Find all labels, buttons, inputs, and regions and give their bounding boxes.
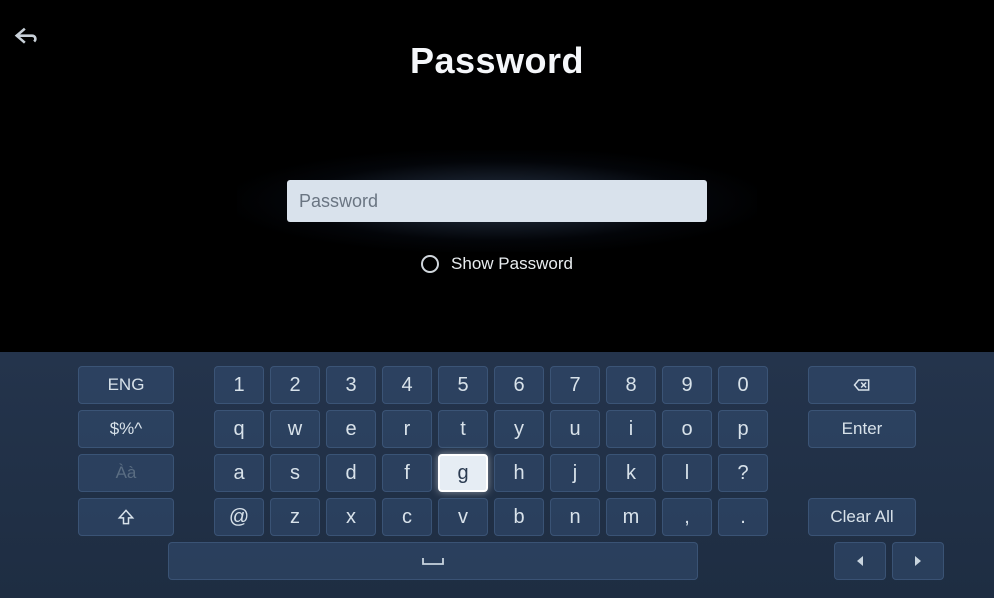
key-o[interactable]: o (662, 410, 712, 448)
backspace-icon (852, 375, 872, 395)
arrow-left-icon (853, 554, 867, 568)
key-arrow-left[interactable] (834, 542, 886, 580)
key-r[interactable]: r (382, 410, 432, 448)
back-button[interactable] (12, 24, 40, 52)
key-lang-eng[interactable]: ENG (78, 366, 174, 404)
key-comma[interactable]: , (662, 498, 712, 536)
page-title: Password (0, 0, 994, 82)
key-2[interactable]: 2 (270, 366, 320, 404)
space-icon (419, 554, 447, 568)
key-arrow-right[interactable] (892, 542, 944, 580)
key-7[interactable]: 7 (550, 366, 600, 404)
key-enter[interactable]: Enter (808, 410, 916, 448)
key-q[interactable]: q (214, 410, 264, 448)
key-shift[interactable] (78, 498, 174, 536)
key-p[interactable]: p (718, 410, 768, 448)
key-u[interactable]: u (550, 410, 600, 448)
key-c[interactable]: c (382, 498, 432, 536)
key-n[interactable]: n (550, 498, 600, 536)
key-h[interactable]: h (494, 454, 544, 492)
shift-icon (116, 507, 136, 527)
key-v[interactable]: v (438, 498, 488, 536)
key-y[interactable]: y (494, 410, 544, 448)
key-4[interactable]: 4 (382, 366, 432, 404)
key-x[interactable]: x (326, 498, 376, 536)
key-6[interactable]: 6 (494, 366, 544, 404)
key-w[interactable]: w (270, 410, 320, 448)
key-at[interactable]: @ (214, 498, 264, 536)
arrow-right-icon (911, 554, 925, 568)
back-arrow-icon (12, 24, 40, 52)
key-l[interactable]: l (662, 454, 712, 492)
key-clear-all[interactable]: Clear All (808, 498, 916, 536)
key-8[interactable]: 8 (606, 366, 656, 404)
key-m[interactable]: m (606, 498, 656, 536)
key-period[interactable]: . (718, 498, 768, 536)
key-5[interactable]: 5 (438, 366, 488, 404)
show-password-label: Show Password (451, 254, 573, 274)
on-screen-keyboard: ENG 1 2 3 4 5 6 7 8 9 0 $%^ q w e r t y … (0, 352, 994, 598)
password-input[interactable] (287, 180, 707, 222)
key-i[interactable]: i (606, 410, 656, 448)
key-b[interactable]: b (494, 498, 544, 536)
key-k[interactable]: k (606, 454, 656, 492)
password-input-area: Show Password (287, 180, 707, 274)
key-0[interactable]: 0 (718, 366, 768, 404)
key-t[interactable]: t (438, 410, 488, 448)
key-backspace[interactable] (808, 366, 916, 404)
key-symbols[interactable]: $%^ (78, 410, 174, 448)
key-a[interactable]: a (214, 454, 264, 492)
key-e[interactable]: e (326, 410, 376, 448)
key-j[interactable]: j (550, 454, 600, 492)
key-9[interactable]: 9 (662, 366, 712, 404)
key-z[interactable]: z (270, 498, 320, 536)
key-1[interactable]: 1 (214, 366, 264, 404)
key-space[interactable] (168, 542, 698, 580)
key-s[interactable]: s (270, 454, 320, 492)
key-accents: Àà (78, 454, 174, 492)
key-question[interactable]: ? (718, 454, 768, 492)
radio-unchecked-icon (421, 255, 439, 273)
show-password-toggle[interactable]: Show Password (421, 254, 573, 274)
key-f[interactable]: f (382, 454, 432, 492)
key-3[interactable]: 3 (326, 366, 376, 404)
key-g[interactable]: g (438, 454, 488, 492)
key-d[interactable]: d (326, 454, 376, 492)
